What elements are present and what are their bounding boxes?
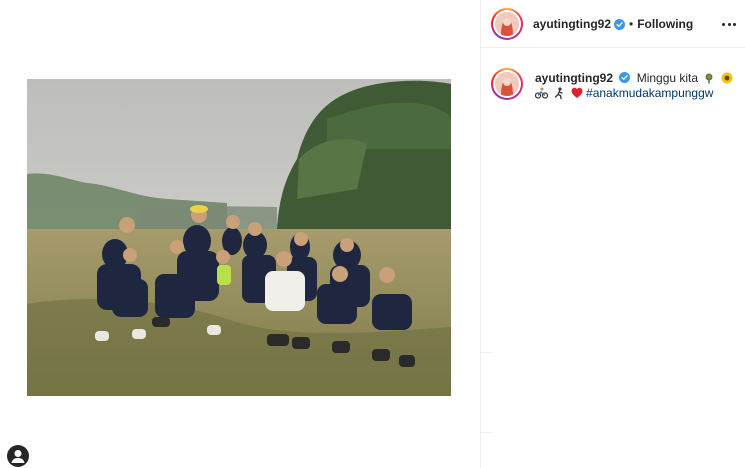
- media-pane: [0, 0, 481, 468]
- verified-badge-icon: [614, 18, 626, 30]
- caption-author-avatar[interactable]: [491, 68, 523, 100]
- group-photo-image: [27, 79, 451, 396]
- hashtag-link[interactable]: #anakmudakampunggw: [586, 86, 713, 100]
- author-username[interactable]: ayutingting92: [533, 17, 611, 31]
- post-photo[interactable]: [27, 79, 451, 396]
- divider: [481, 432, 493, 433]
- profile-avatar-icon[interactable]: [7, 445, 29, 467]
- caption-text-block: ayutingting92 Minggu kita #anakmudakampu…: [535, 71, 735, 101]
- bicyclist-emoji: [535, 87, 548, 99]
- runner-emoji: [555, 87, 564, 99]
- heart-emoji: [571, 87, 583, 98]
- author-avatar[interactable]: [491, 8, 523, 40]
- verified-badge-icon: [619, 72, 631, 83]
- sunflower-emoji: [721, 72, 733, 84]
- post-sidebar: ayutingting92 • Following ayutingting92 …: [481, 0, 745, 468]
- caption-username[interactable]: ayutingting92: [535, 71, 613, 85]
- pushpin-flower-emoji: [705, 73, 713, 84]
- more-horizontal-icon[interactable]: [721, 15, 737, 33]
- following-button[interactable]: Following: [637, 17, 693, 31]
- separator-dot: •: [629, 17, 634, 31]
- post-header: ayutingting92 • Following: [481, 0, 745, 48]
- divider: [481, 352, 493, 353]
- caption-text: Minggu kita: [636, 71, 699, 85]
